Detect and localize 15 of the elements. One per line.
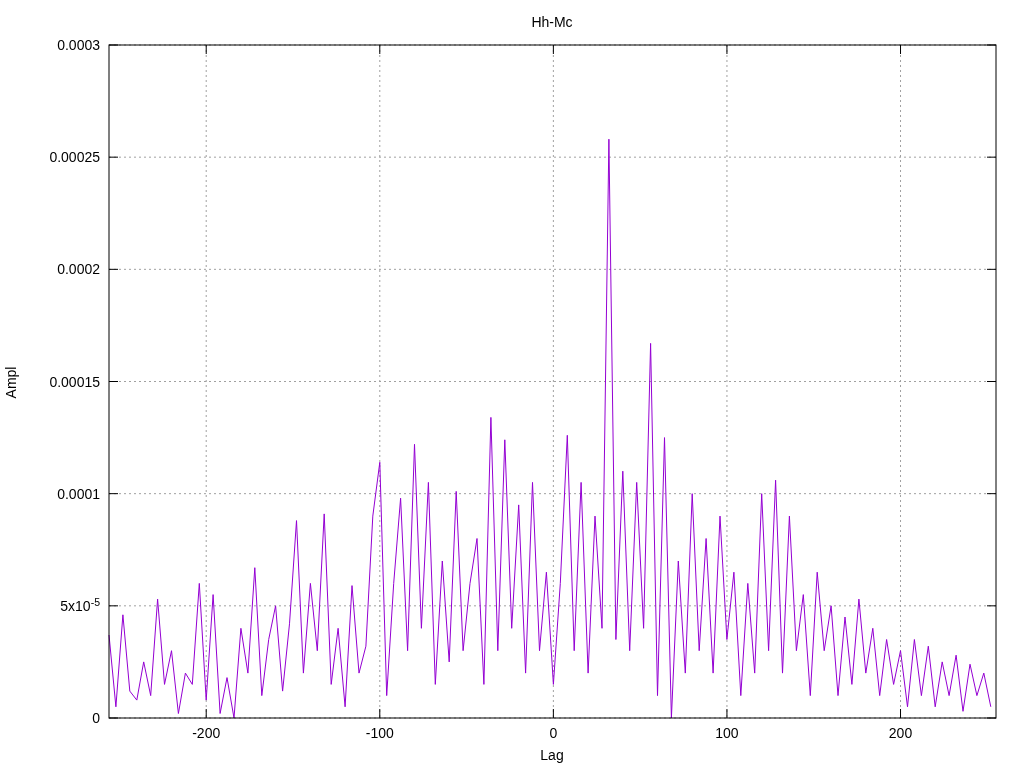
y-tick-label: 0.0003 <box>57 35 100 55</box>
x-tick-label: 200 <box>888 724 913 743</box>
y-tick-label: 0.0002 <box>57 259 100 279</box>
y-tick-label: 0.00025 <box>49 147 100 167</box>
x-tick-label: -200 <box>192 724 221 743</box>
y-tick-label: 0 <box>92 708 100 728</box>
chart-title: Hh-Mc <box>531 13 573 32</box>
x-tick-label: 0 <box>549 724 558 743</box>
x-tick-label: 100 <box>715 724 739 743</box>
y-tick-label: 5x10$^{-5}$ <box>60 595 100 616</box>
y-axis-label: Ampl <box>2 366 21 399</box>
x-tick-label: -100 <box>365 724 394 743</box>
y-tick-label: 0.0001 <box>57 484 100 504</box>
x-axis-label: Lag <box>540 746 564 765</box>
y-tick-label: 0.00015 <box>49 372 100 391</box>
